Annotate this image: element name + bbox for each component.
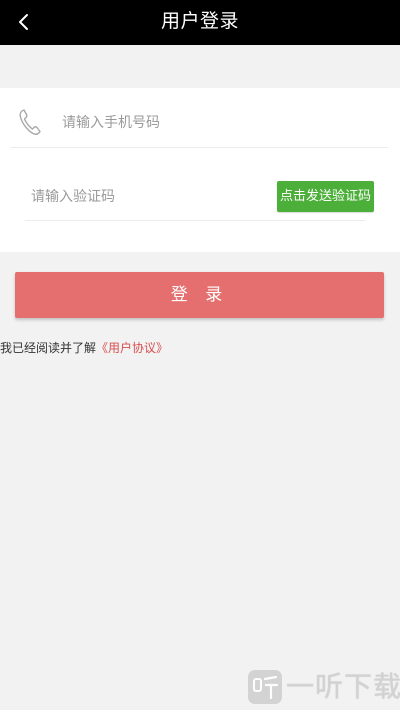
user-agreement-link[interactable]: 《用户协议》 (96, 341, 168, 355)
watermark-text: 一听下载 (286, 670, 400, 703)
top-bar: 用户登录 (0, 0, 400, 45)
send-code-button[interactable]: 点击发送验证码 (277, 181, 374, 212)
page-title: 用户登录 (160, 10, 239, 32)
phone-row (10, 88, 388, 148)
agreement-prefix: 我已经阅读并了解 (0, 341, 97, 355)
login-button[interactable]: 登 录 (15, 272, 384, 318)
agreement-text: 我已经阅读并了解《用户协议》 (0, 340, 168, 356)
phone-icon (19, 109, 41, 135)
login-form (0, 88, 400, 252)
watermark: 一听下载 (248, 666, 400, 708)
phone-input[interactable] (62, 108, 362, 138)
ting-logo-icon (248, 670, 282, 704)
verification-code-input[interactable] (31, 182, 251, 212)
